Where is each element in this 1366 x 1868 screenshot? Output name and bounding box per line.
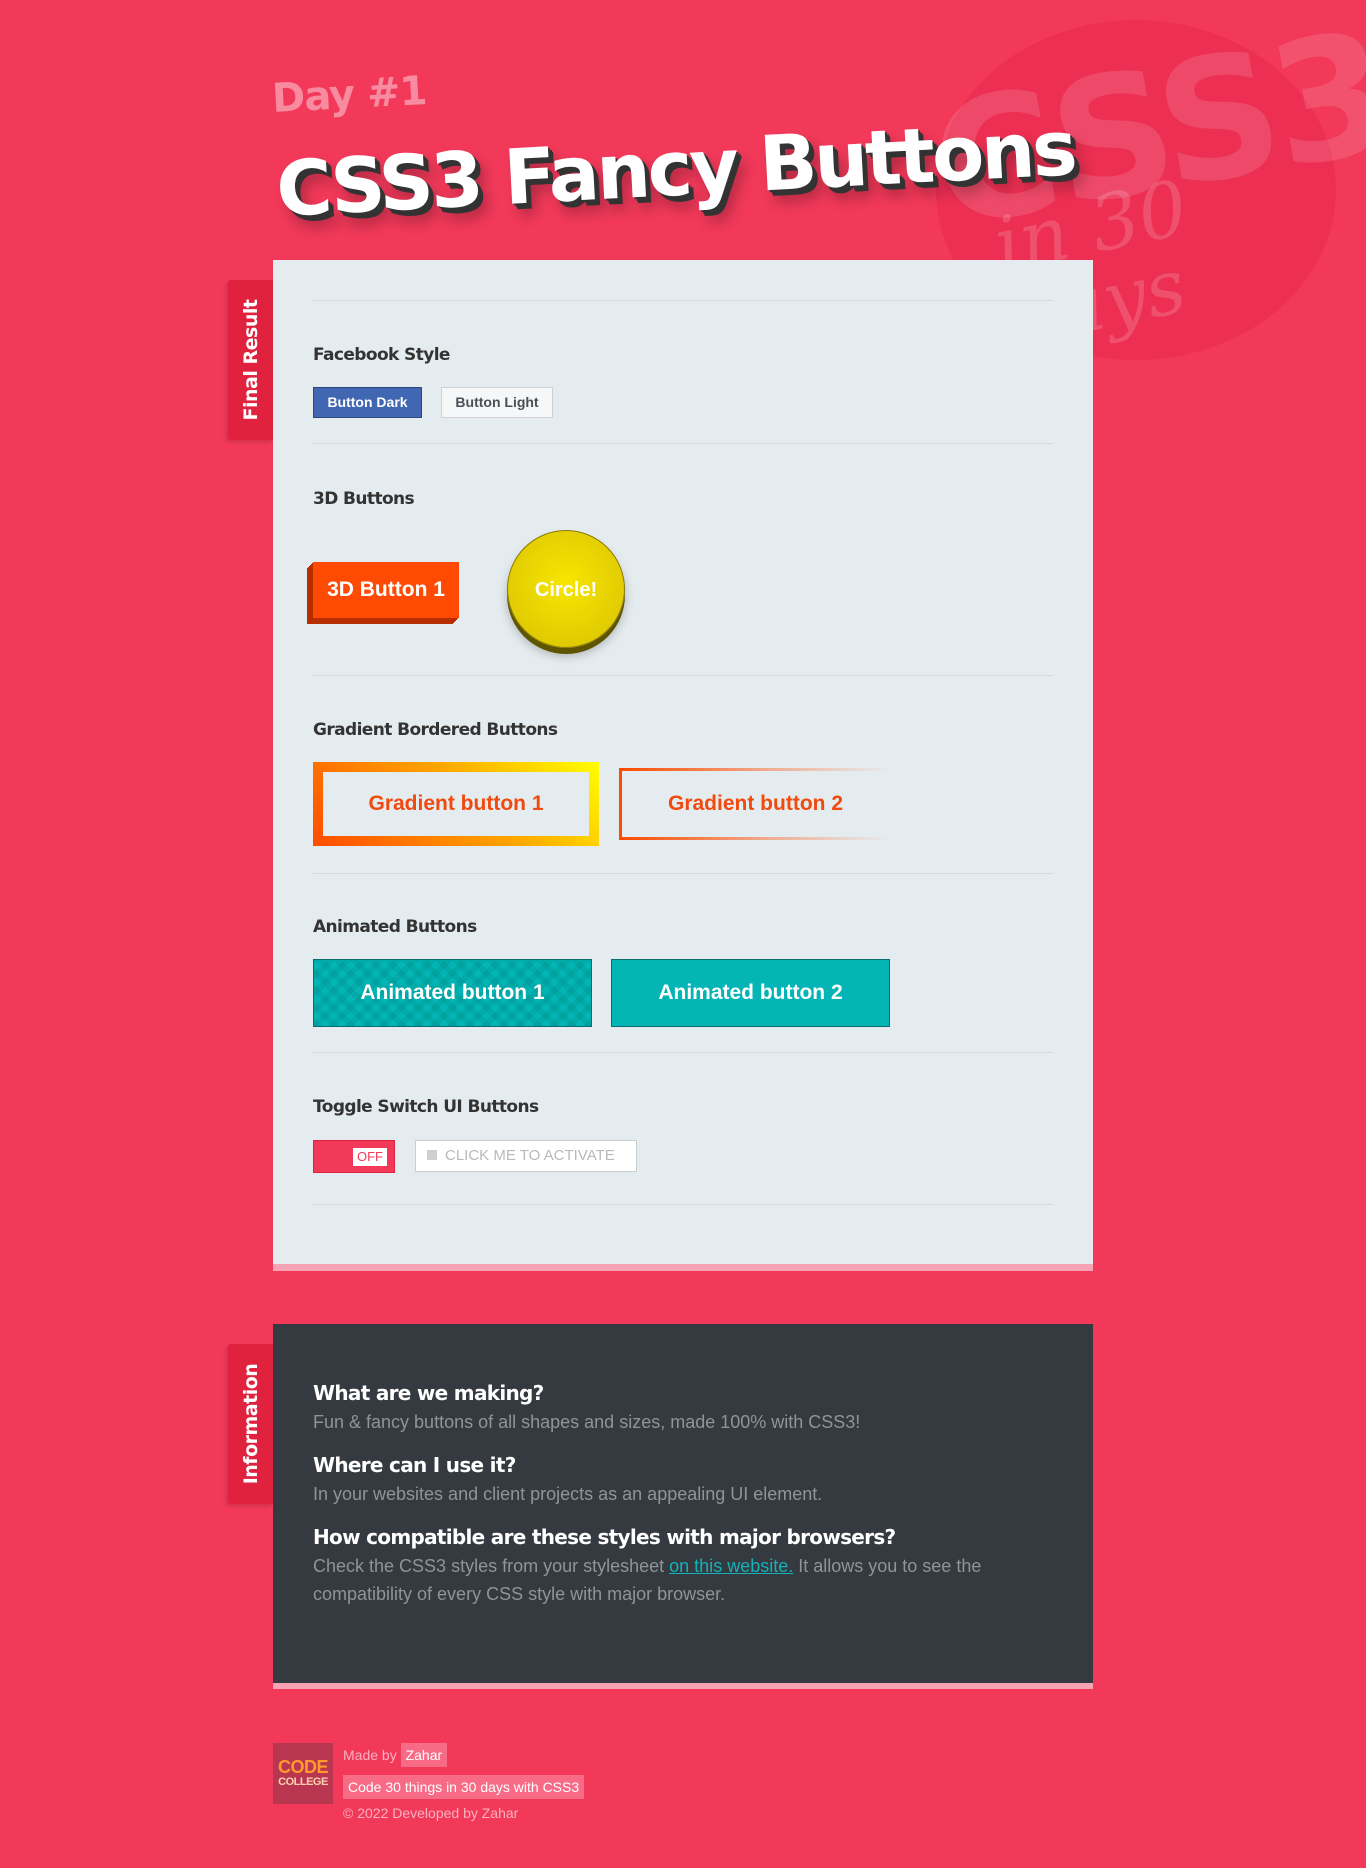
divider [313, 300, 1053, 301]
info-question-3: How compatible are these styles with maj… [313, 1525, 896, 1549]
compatibility-website-link[interactable]: on this website. [669, 1556, 793, 1576]
info-answer-3-text: Check the CSS3 styles from your styleshe… [313, 1556, 670, 1576]
information-panel: What are we making? Fun & fancy buttons … [273, 1324, 1093, 1683]
final-result-tab: Final Result [228, 280, 274, 440]
divider [313, 1052, 1053, 1053]
animated-section-title: Animated Buttons [313, 917, 477, 937]
facebook-section-title: Facebook Style [313, 345, 450, 365]
animated-button-2[interactable]: Animated button 2 [611, 959, 890, 1027]
page: { "header": { "day_label": "Day #1", "ti… [0, 0, 1366, 1868]
divider [313, 675, 1053, 676]
circle-button[interactable]: Circle! [507, 530, 625, 648]
toggle-section-title: Toggle Switch UI Buttons [313, 1097, 539, 1117]
info-question-1: What are we making? [313, 1381, 544, 1405]
code-college-logo[interactable]: CODE COLLEGE [273, 1743, 333, 1804]
information-tab: Information [228, 1344, 274, 1504]
gradient-button-1[interactable]: Gradient button 1 [313, 762, 599, 846]
series-link[interactable]: Code 30 things in 30 days with CSS3 [343, 1775, 585, 1799]
copyright: © 2022 Developed by Zahar [343, 1805, 519, 1821]
series-line: Code 30 things in 30 days with CSS3 [343, 1775, 585, 1799]
made-by-line: Made by Zahar [343, 1743, 448, 1767]
checkbox-square-icon [427, 1150, 437, 1160]
divider [313, 1204, 1053, 1205]
made-by-prefix: Made by [343, 1747, 397, 1763]
info-question-2: Where can I use it? [313, 1453, 516, 1477]
logo-line-1: CODE [277, 1757, 329, 1777]
3d-section-title: 3D Buttons [313, 489, 415, 509]
toggle-switch[interactable]: OFF [313, 1140, 395, 1173]
gradient-button-1-label: Gradient button 1 [323, 772, 589, 836]
animated-button-1[interactable]: Animated button 1 [313, 959, 592, 1027]
info-answer-1: Fun & fancy buttons of all shapes and si… [313, 1412, 861, 1432]
result-panel: Facebook Style Button Dark Button Light … [273, 260, 1093, 1264]
information-tab-label: Information [240, 1363, 262, 1485]
divider [313, 873, 1053, 874]
facebook-dark-button[interactable]: Button Dark [313, 387, 422, 418]
logo-line-2: COLLEGE [278, 1776, 328, 1788]
facebook-light-button[interactable]: Button Light [441, 387, 553, 418]
activate-label: CLICK ME TO ACTIVATE [445, 1147, 615, 1164]
activate-checkbox-button[interactable]: CLICK ME TO ACTIVATE [415, 1140, 637, 1172]
day-label: Day #1 [270, 67, 428, 123]
gradient-section-title: Gradient Bordered Buttons [313, 720, 558, 740]
author-link[interactable]: Zahar [400, 1743, 448, 1767]
3d-button[interactable]: 3D Button 1 [313, 562, 459, 618]
toggle-switch-state: OFF [353, 1148, 387, 1166]
final-result-tab-label: Final Result [240, 299, 262, 421]
gradient-button-2[interactable]: Gradient button 2 [619, 768, 889, 840]
info-answer-3: Check the CSS3 styles from your styleshe… [313, 1552, 1013, 1608]
divider [313, 443, 1053, 444]
info-answer-2: In your websites and client projects as … [313, 1484, 823, 1504]
